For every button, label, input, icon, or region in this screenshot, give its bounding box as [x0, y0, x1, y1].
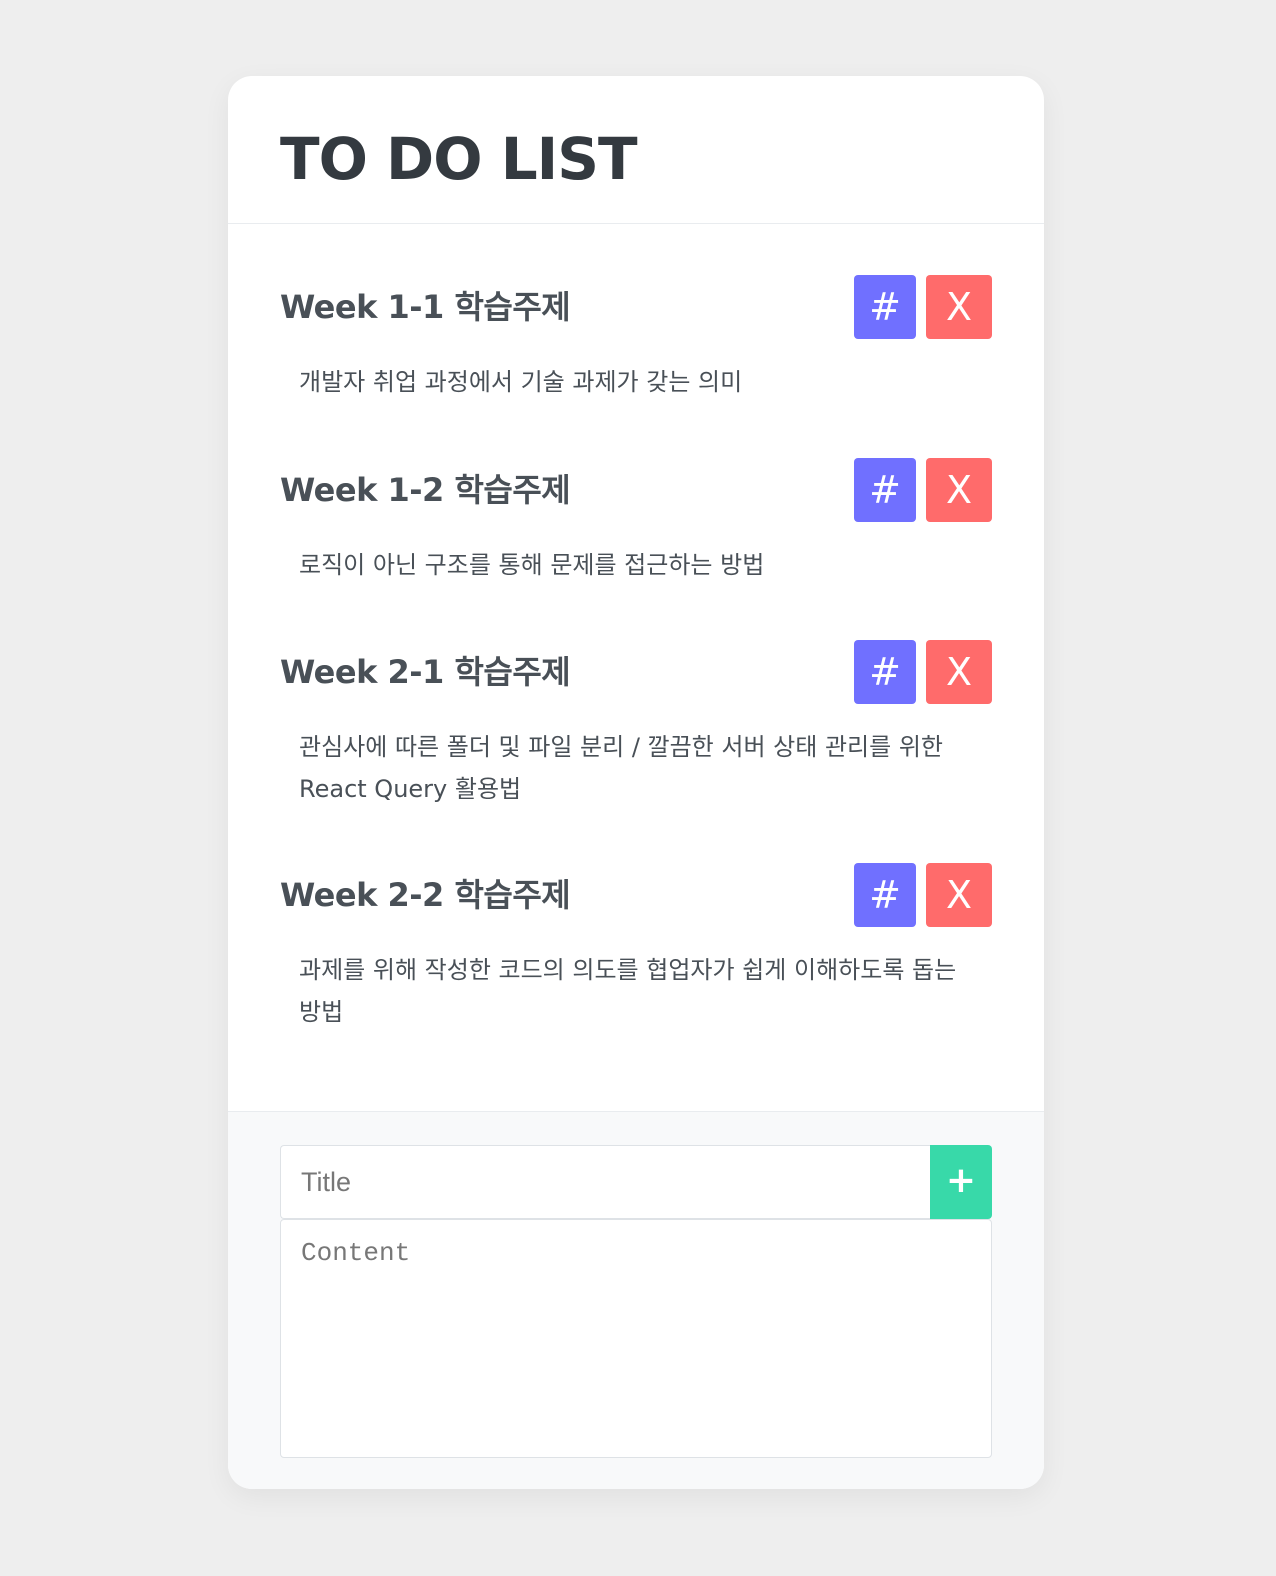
todo-create-form: +: [228, 1111, 1044, 1489]
edit-button[interactable]: #: [854, 275, 916, 339]
todo-item-header: Week 1-2 학습주제 # X: [280, 458, 992, 522]
edit-button[interactable]: #: [854, 458, 916, 522]
todo-item-content: 관심사에 따른 폴더 및 파일 분리 / 깔끔한 서버 상태 관리를 위한 Re…: [299, 733, 944, 803]
delete-button[interactable]: X: [926, 640, 992, 704]
todo-item: Week 1-1 학습주제 # X 개발자 취업 과정에서 기술 과제가 갖는 …: [280, 275, 992, 403]
page-title: TO DO LIST: [280, 125, 638, 193]
delete-button[interactable]: X: [926, 458, 992, 522]
todo-item-title: Week 2-2 학습주제: [280, 876, 571, 914]
edit-button[interactable]: #: [854, 640, 916, 704]
delete-button[interactable]: X: [926, 863, 992, 927]
todo-item-content: 개발자 취업 과정에서 기술 과제가 갖는 의미: [299, 368, 743, 396]
todo-list: Week 1-1 학습주제 # X 개발자 취업 과정에서 기술 과제가 갖는 …: [228, 224, 1044, 1111]
todo-item-content: 로직이 아닌 구조를 통해 문제를 접근하는 방법: [299, 551, 765, 579]
todo-item-header: Week 2-2 학습주제 # X: [280, 863, 992, 927]
todo-item-title: Week 2-1 학습주제: [280, 653, 571, 691]
todo-item: Week 1-2 학습주제 # X 로직이 아닌 구조를 통해 문제를 접근하는…: [280, 458, 992, 586]
todo-item-content: 과제를 위해 작성한 코드의 의도를 협업자가 쉽게 이해하도록 돕는 방법: [299, 956, 957, 1026]
add-button[interactable]: +: [930, 1145, 992, 1219]
content-textarea[interactable]: [280, 1219, 992, 1458]
todo-header: TO DO LIST: [228, 76, 1044, 224]
todo-card: TO DO LIST Week 1-1 학습주제 # X 개발자 취업 과정에서…: [228, 76, 1044, 1489]
todo-item-header: Week 1-1 학습주제 # X: [280, 275, 992, 339]
title-input[interactable]: [280, 1145, 930, 1219]
todo-item-title: Week 1-1 학습주제: [280, 288, 571, 326]
todo-item: Week 2-2 학습주제 # X 과제를 위해 작성한 코드의 의도를 협업자…: [280, 863, 992, 1033]
todo-item: Week 2-1 학습주제 # X 관심사에 따른 폴더 및 파일 분리 / 깔…: [280, 640, 992, 810]
delete-button[interactable]: X: [926, 275, 992, 339]
edit-button[interactable]: #: [854, 863, 916, 927]
todo-item-header: Week 2-1 학습주제 # X: [280, 640, 992, 704]
todo-item-title: Week 1-2 학습주제: [280, 471, 571, 509]
